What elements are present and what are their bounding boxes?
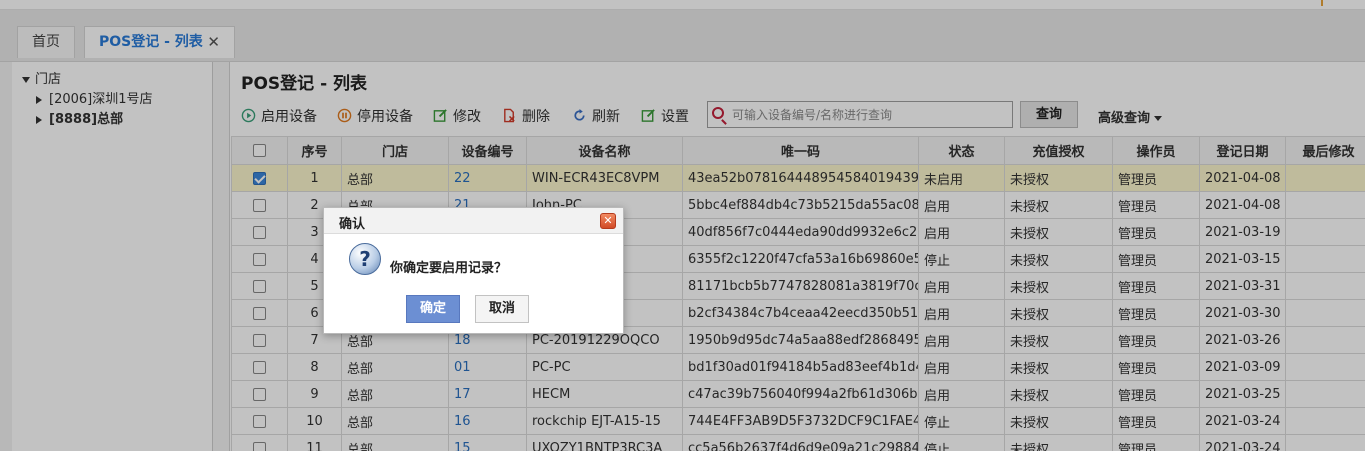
dialog-header[interactable]: 确认 ✕ bbox=[324, 208, 623, 234]
dialog-message: 你确定要启用记录？ bbox=[390, 261, 508, 276]
confirm-ok-button[interactable]: 确定 bbox=[406, 295, 460, 323]
confirm-cancel-button[interactable]: 取消 bbox=[475, 295, 529, 323]
confirm-dialog: 确认 ✕ ? 你确定要启用记录？ 确定 取消 bbox=[323, 207, 624, 334]
close-icon[interactable]: ✕ bbox=[600, 213, 616, 229]
modal-overlay bbox=[0, 0, 1365, 451]
question-icon: ? bbox=[349, 243, 381, 275]
dialog-title: 确认 bbox=[339, 217, 366, 232]
